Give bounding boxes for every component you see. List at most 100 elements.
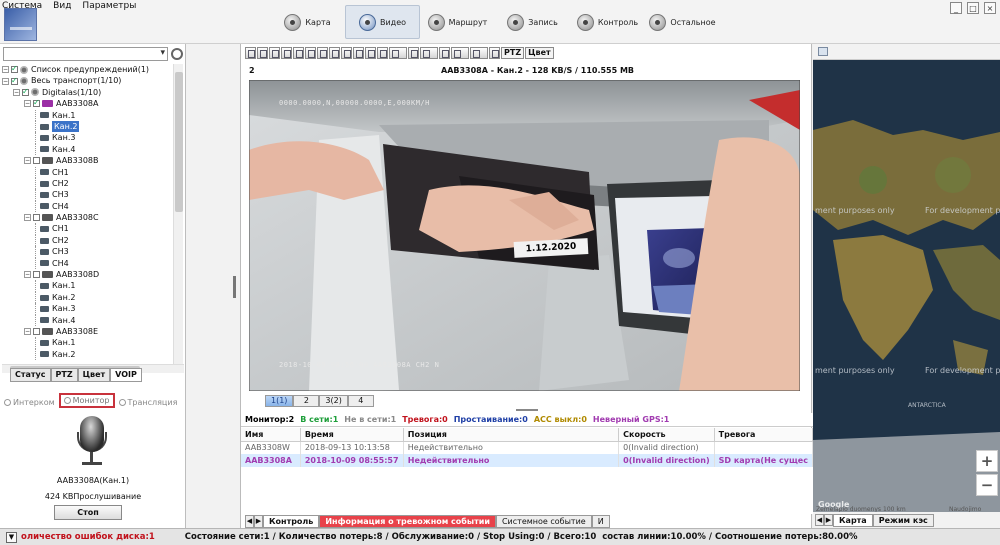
tab-alarm-info[interactable]: Информация о тревожном событии xyxy=(319,514,496,528)
nav-tab-video[interactable]: Видео xyxy=(345,5,420,39)
tree-item[interactable]: Кан.1 xyxy=(2,280,172,292)
stretch-icon[interactable] xyxy=(408,47,419,59)
snapshot-icon[interactable] xyxy=(341,47,352,59)
video-feed[interactable]: 0000.0000,N,00000.0000,E,000KM/H 2018-10… xyxy=(249,80,800,391)
layout-1-icon[interactable] xyxy=(245,47,256,59)
col-speed[interactable]: Скорость xyxy=(618,428,715,442)
tab-scroll-left-icon[interactable]: ◀ xyxy=(245,514,254,528)
tree-checkbox[interactable] xyxy=(11,75,18,86)
zoom-out-button[interactable]: − xyxy=(976,474,998,496)
panel-splitter[interactable] xyxy=(186,44,240,528)
tree-item[interactable]: − AAB3308A xyxy=(2,97,172,109)
tree-item[interactable]: CH4 xyxy=(2,200,172,213)
map-image-icon[interactable] xyxy=(818,47,828,56)
tree-item[interactable]: Кан.4 xyxy=(2,314,172,326)
play-icon[interactable] xyxy=(451,47,469,59)
tree-expand-icon[interactable]: − xyxy=(24,271,31,279)
tree-expand-icon[interactable]: − xyxy=(2,66,9,74)
tree-item[interactable]: − AAB3308E xyxy=(2,326,172,337)
tree-checkbox[interactable] xyxy=(33,214,40,222)
table-row[interactable]: AAB3308W 2018-09-13 10:13:58 Недействите… xyxy=(241,441,813,454)
nav-tab-other[interactable]: Остальное xyxy=(645,5,720,39)
map-tab-map[interactable]: Карта xyxy=(833,513,873,527)
layout-13-icon[interactable] xyxy=(305,47,316,59)
status-toggle-icon[interactable]: ▼ xyxy=(6,531,17,543)
tab-system-events[interactable]: Системное событие xyxy=(495,514,592,528)
tree-item[interactable]: CH4 xyxy=(2,257,172,270)
settings-icon[interactable] xyxy=(489,47,500,59)
radio-broadcast[interactable]: Трансляция xyxy=(118,396,177,408)
vehicle-search-combo[interactable] xyxy=(3,47,168,61)
map-tab-mode[interactable]: Режим кэс xyxy=(872,513,934,527)
tree-item[interactable]: CH1 xyxy=(2,166,172,178)
layout-8-icon[interactable] xyxy=(281,47,292,59)
page-tab-2[interactable]: 2 xyxy=(293,395,320,407)
page-tab-3[interactable]: 3(2) xyxy=(319,395,348,407)
color-button[interactable]: Цвет xyxy=(525,47,554,59)
tree-expand-icon[interactable]: − xyxy=(24,100,31,108)
tree-checkbox[interactable] xyxy=(33,97,40,109)
layout-9-icon[interactable] xyxy=(293,47,304,59)
minimize-button[interactable]: _ xyxy=(950,2,962,14)
tree-expand-icon[interactable]: − xyxy=(24,328,31,336)
tree-checkbox[interactable] xyxy=(33,157,40,165)
tree-item[interactable]: Кан.1 xyxy=(2,109,172,121)
tree-item[interactable]: − AAB3308B xyxy=(2,155,172,166)
col-alarm[interactable]: Тревога xyxy=(714,428,813,442)
stop-icon[interactable] xyxy=(470,47,488,59)
tree-item[interactable]: CH2 xyxy=(2,177,172,190)
tab-status[interactable]: Статус xyxy=(10,368,51,382)
radio-intercom[interactable]: Интерком xyxy=(4,396,55,408)
tree-item[interactable]: CH3 xyxy=(2,189,172,201)
zoom-in-button[interactable]: + xyxy=(976,450,998,472)
resize-handle[interactable] xyxy=(516,409,538,411)
tree-item[interactable]: CH1 xyxy=(2,223,172,235)
map-view[interactable]: ment purposes only For development purpo… xyxy=(813,60,1000,512)
tree-item[interactable]: Кан.1 xyxy=(2,337,172,349)
tree-item[interactable]: − Список предупреждений(1) xyxy=(2,64,172,75)
nav-tab-map[interactable]: Карта xyxy=(270,5,345,39)
nav-tab-record[interactable]: Запись xyxy=(495,5,570,39)
menu-params[interactable]: Параметры xyxy=(82,1,136,11)
radio-monitor[interactable]: Монитор xyxy=(58,393,115,408)
map-tab-right-icon[interactable]: ▶ xyxy=(824,514,833,526)
tree-item[interactable]: Кан.2 xyxy=(2,291,172,304)
fullscreen-icon[interactable] xyxy=(329,47,340,59)
maximize-button[interactable]: □ xyxy=(967,2,979,14)
table-row[interactable]: AAB3308A 2018-10-09 08:55:57 Недействите… xyxy=(241,454,813,467)
tree-item[interactable]: − AAB3308D xyxy=(2,269,172,280)
col-name[interactable]: Имя xyxy=(241,428,301,442)
tree-checkbox[interactable] xyxy=(33,271,40,279)
menu-view[interactable]: Вид xyxy=(53,1,71,11)
col-position[interactable]: Позиция xyxy=(403,428,620,442)
audio-icon[interactable] xyxy=(420,47,438,59)
tree-vertical-scrollbar[interactable] xyxy=(173,64,183,364)
tree-item[interactable]: Кан.2 xyxy=(2,348,172,361)
tab-more[interactable]: И xyxy=(591,514,610,528)
tree-item[interactable]: − Digitalas(1/10) xyxy=(2,86,172,98)
close-button[interactable]: × xyxy=(984,2,996,14)
tab-voip[interactable]: VOIP xyxy=(110,368,142,382)
nav-tab-route[interactable]: Маршрут xyxy=(420,5,495,39)
page-tab-4[interactable]: 4 xyxy=(347,395,374,407)
tree-expand-icon[interactable]: − xyxy=(24,157,31,165)
map-tab-left-icon[interactable]: ◀ xyxy=(815,514,824,526)
tree-item[interactable]: − AAB3308C xyxy=(2,212,172,223)
tree-item[interactable]: CH2 xyxy=(2,234,172,247)
col-time[interactable]: Время xyxy=(300,428,404,442)
stop-button[interactable]: Стоп xyxy=(54,505,122,520)
volume-icon[interactable] xyxy=(439,47,450,59)
tree-item[interactable]: CH3 xyxy=(2,246,172,258)
splitter-grip[interactable] xyxy=(233,276,236,298)
scroll-thumb[interactable] xyxy=(175,72,183,212)
page-tab-1[interactable]: 1(1) xyxy=(265,395,294,407)
tree-item[interactable]: Кан.2 xyxy=(2,120,172,133)
layout-16-icon[interactable] xyxy=(317,47,328,59)
tab-scroll-right-icon[interactable]: ▶ xyxy=(254,514,263,528)
record-icon[interactable] xyxy=(377,47,388,59)
layout-4-icon[interactable] xyxy=(257,47,268,59)
nav-tab-control[interactable]: Контроль xyxy=(570,5,645,39)
tree-expand-icon[interactable]: − xyxy=(13,88,20,96)
tree-item[interactable]: Кан.3 xyxy=(2,132,172,144)
mirror-icon[interactable] xyxy=(389,47,407,59)
